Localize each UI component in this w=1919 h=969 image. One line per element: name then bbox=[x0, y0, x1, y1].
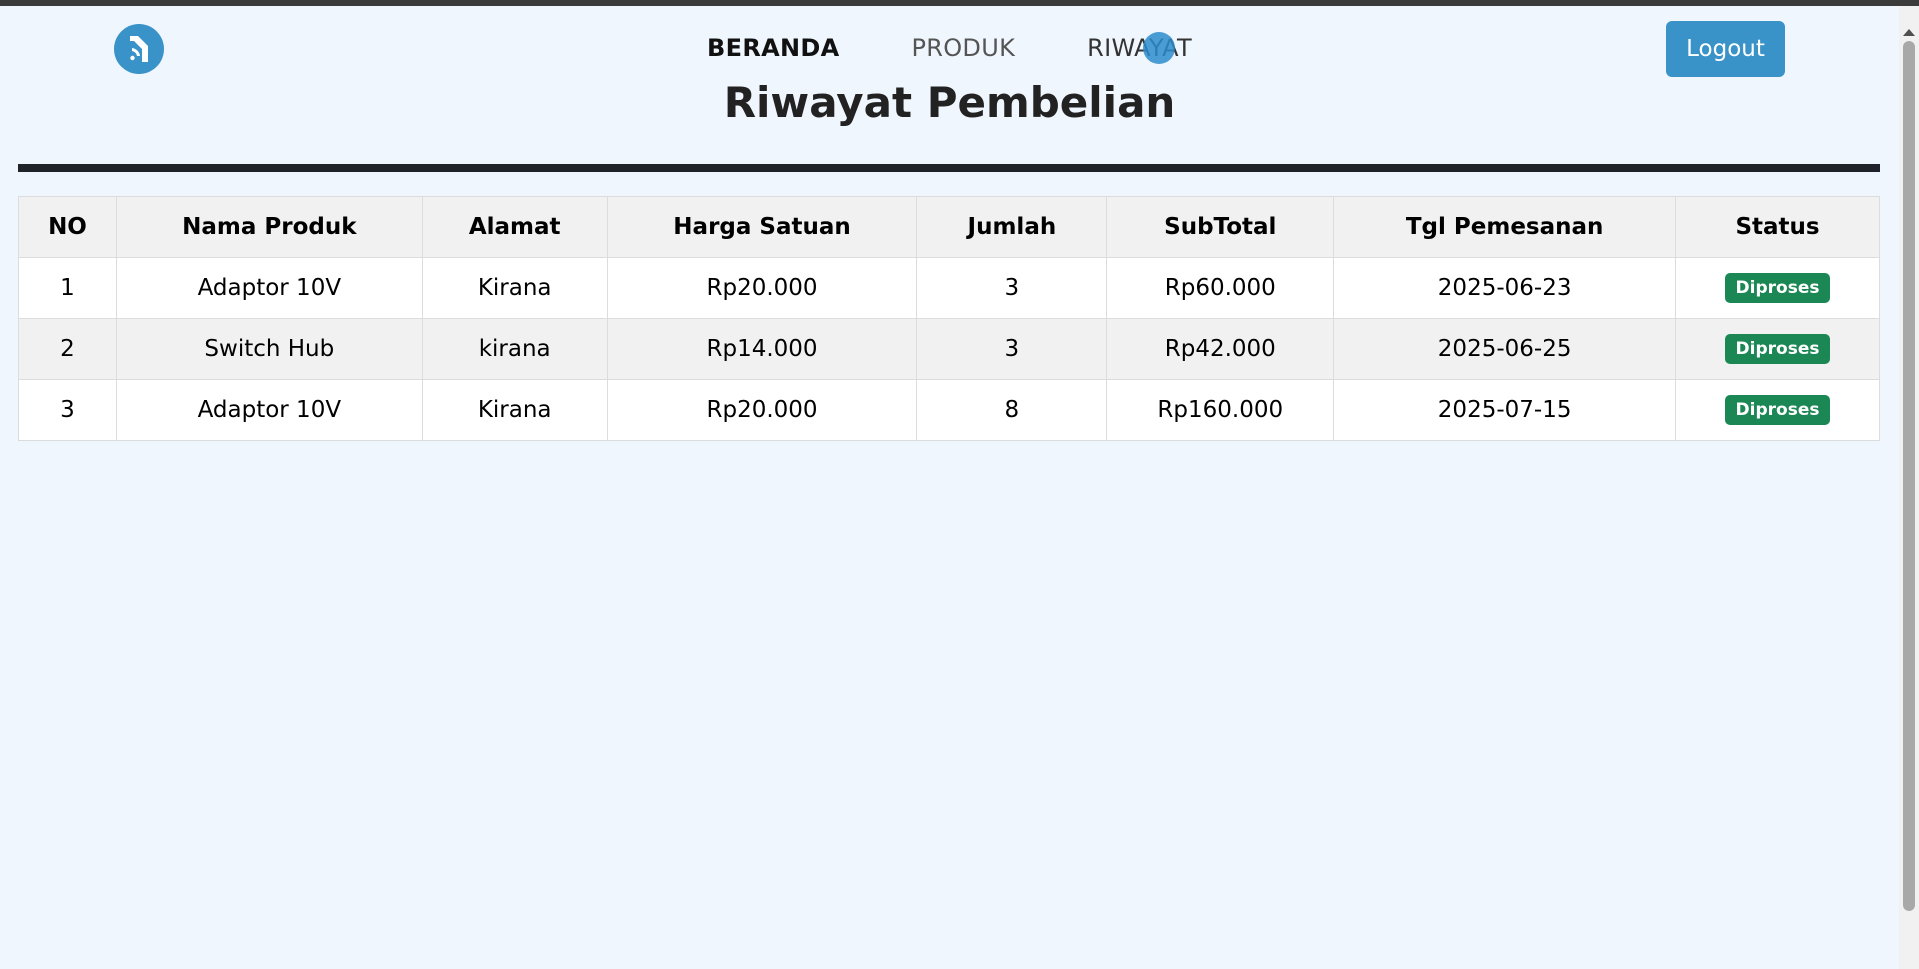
scrollbar-thumb[interactable] bbox=[1903, 41, 1915, 911]
cell-jumlah: 3 bbox=[916, 257, 1108, 319]
cell-status: Diproses bbox=[1675, 379, 1880, 441]
logout-button[interactable]: Logout bbox=[1666, 21, 1785, 77]
cell-nama-produk: Adaptor 10V bbox=[115, 379, 423, 441]
cell-status: Diproses bbox=[1675, 257, 1880, 319]
page-title: Riwayat Pembelian bbox=[723, 78, 1176, 127]
table-header-row: NO Nama Produk Alamat Harga Satuan Jumla… bbox=[18, 196, 1880, 258]
nav-beranda[interactable]: BERANDA bbox=[707, 34, 839, 62]
cell-subtotal: Rp160.000 bbox=[1106, 379, 1335, 441]
nav-produk[interactable]: PRODUK bbox=[911, 34, 1015, 62]
cell-nama-produk: Switch Hub bbox=[115, 318, 423, 380]
page: BERANDA PRODUK RIWAYAT Logout Riwayat Pe… bbox=[0, 6, 1899, 969]
header-harga-satuan: Harga Satuan bbox=[606, 196, 918, 258]
cell-subtotal: Rp42.000 bbox=[1106, 318, 1335, 380]
table-row: 3 Adaptor 10V Kirana Rp20.000 8 Rp160.00… bbox=[18, 379, 1880, 441]
scroll-up-arrow-icon[interactable] bbox=[1903, 29, 1915, 36]
cell-tgl-pemesanan: 2025-06-23 bbox=[1333, 257, 1677, 319]
table-row: 1 Adaptor 10V Kirana Rp20.000 3 Rp60.000… bbox=[18, 257, 1880, 319]
nav-riwayat[interactable]: RIWAYAT bbox=[1087, 32, 1192, 64]
header-no: NO bbox=[18, 196, 117, 258]
cell-no: 3 bbox=[18, 379, 117, 441]
header-subtotal: SubTotal bbox=[1106, 196, 1335, 258]
header-nama-produk: Nama Produk bbox=[115, 196, 423, 258]
table-row: 2 Switch Hub kirana Rp14.000 3 Rp42.000 … bbox=[18, 318, 1880, 380]
main-nav: BERANDA PRODUK RIWAYAT bbox=[0, 32, 1899, 64]
purchase-history-table: NO Nama Produk Alamat Harga Satuan Jumla… bbox=[18, 196, 1880, 441]
cell-no: 1 bbox=[18, 257, 117, 319]
cell-alamat: Kirana bbox=[421, 379, 608, 441]
cell-nama-produk: Adaptor 10V bbox=[115, 257, 423, 319]
cell-alamat: Kirana bbox=[421, 257, 608, 319]
cell-alamat: kirana bbox=[421, 318, 608, 380]
cell-tgl-pemesanan: 2025-06-25 bbox=[1333, 318, 1677, 380]
nav-riwayat-label: RIWAYAT bbox=[1087, 34, 1192, 62]
cell-jumlah: 3 bbox=[916, 318, 1108, 380]
status-badge: Diproses bbox=[1724, 334, 1831, 364]
cell-status: Diproses bbox=[1675, 318, 1880, 380]
status-badge: Diproses bbox=[1724, 273, 1831, 303]
cell-no: 2 bbox=[18, 318, 117, 380]
header-alamat: Alamat bbox=[421, 196, 608, 258]
cell-subtotal: Rp60.000 bbox=[1106, 257, 1335, 319]
cell-harga-satuan: Rp20.000 bbox=[606, 257, 918, 319]
cell-tgl-pemesanan: 2025-07-15 bbox=[1333, 379, 1677, 441]
header-tgl-pemesanan: Tgl Pemesanan bbox=[1333, 196, 1677, 258]
cell-jumlah: 8 bbox=[916, 379, 1108, 441]
title-divider bbox=[18, 164, 1880, 172]
header-jumlah: Jumlah bbox=[916, 196, 1108, 258]
cell-harga-satuan: Rp20.000 bbox=[606, 379, 918, 441]
header-status: Status bbox=[1675, 196, 1880, 258]
status-badge: Diproses bbox=[1724, 395, 1831, 425]
cell-harga-satuan: Rp14.000 bbox=[606, 318, 918, 380]
